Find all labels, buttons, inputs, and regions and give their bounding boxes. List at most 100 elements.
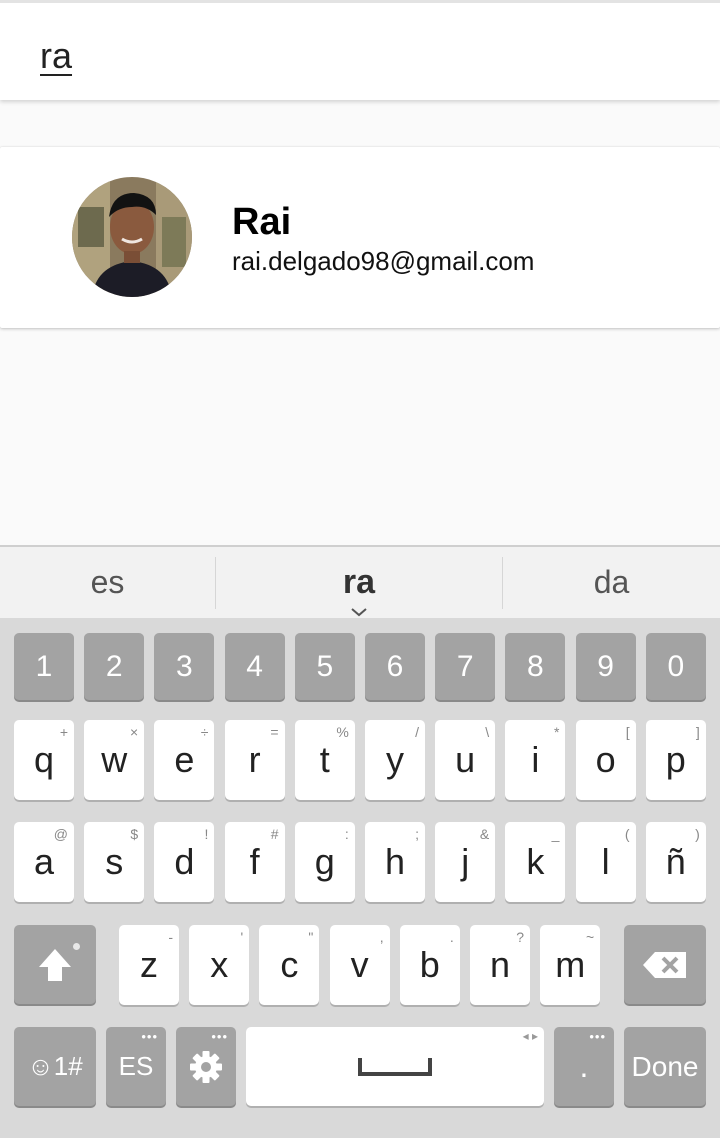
keyboard: ☺1# ••• ES ••• ◂ ▸ ••• . Done 1 2 3 4 5 … [0,618,720,1138]
letter-key-x[interactable]: ' x [189,925,250,1005]
letter-key-h[interactable]: ; h [365,822,425,902]
key-label: h [384,841,406,882]
letter-key-i[interactable]: * i [505,720,566,800]
letter-key-m[interactable]: ~ m [540,925,601,1005]
letter-key-n[interactable]: ? n [470,925,530,1005]
shift-key[interactable] [14,925,96,1004]
key-secondary-hint: $ [130,826,139,842]
key-label: 9 [597,649,614,683]
letter-key-j[interactable]: & j [435,822,496,902]
chevron-down-icon[interactable] [350,607,368,617]
number-key-6[interactable]: 6 [365,633,425,700]
letter-key-ñ[interactable]: ) ñ [645,822,706,902]
settings-key[interactable]: ••• [176,1027,236,1106]
number-key-0[interactable]: 0 [645,633,706,700]
key-label: o [595,739,616,780]
letter-key-v[interactable]: ,v [329,925,390,1005]
contact-avatar [72,177,192,297]
letter-key-z[interactable]: -z [119,925,179,1005]
key-label: q [33,739,55,780]
key-secondary-hint: - [168,929,173,945]
language-key[interactable]: ••• ES [106,1027,166,1106]
letter-key-c[interactable]: " c [259,925,320,1005]
key-secondary-hint: / [415,724,419,740]
key-secondary-hint: % [336,724,349,740]
number-key-8[interactable]: 8 [505,633,566,700]
key-secondary-hint: ~ [586,929,595,945]
letter-key-o[interactable]: [o [575,720,636,800]
done-label: Done [631,1050,699,1082]
space-bar-icon [358,1057,432,1076]
key-secondary-hint: @ [53,826,68,842]
key-label: 7 [456,649,474,683]
key-secondary-hint: ( [624,826,630,842]
number-key-9[interactable]: 9 [575,633,636,700]
key-label: e [174,739,195,780]
number-key-5[interactable]: 5 [294,633,355,700]
period-label: . [579,1048,589,1084]
key-secondary-hint: ] [695,724,700,740]
key-secondary-hint: [ [625,724,630,740]
letter-key-g[interactable]: :g [294,822,355,902]
backspace-key[interactable] [624,925,706,1004]
key-label: 0 [667,649,685,683]
space-key[interactable]: ◂ ▸ [246,1027,544,1106]
number-key-2[interactable]: 2 [84,633,145,700]
key-label: n [489,944,511,985]
key-secondary-hint: \ [485,724,490,740]
key-label: i [531,739,540,780]
number-key-1[interactable]: 1 [14,633,74,700]
key-secondary-hint: , [379,929,384,945]
backspace-icon [643,951,686,978]
done-key[interactable]: Done [624,1027,706,1106]
letter-key-e[interactable]: ÷ e [154,720,215,800]
key-label: a [33,841,55,882]
letter-key-w[interactable]: × w [84,720,145,800]
letter-key-d[interactable]: ! d [154,822,215,902]
number-key-4[interactable]: 4 [224,633,285,700]
letter-key-s[interactable]: $ s [84,822,145,902]
number-key-7[interactable]: 7 [435,633,496,700]
letter-key-b[interactable]: .b [399,925,460,1005]
letter-key-y[interactable]: / y [365,720,425,800]
symbols-label: ☺1# [27,1051,83,1081]
key-secondary-hint: _ [551,826,560,842]
suggestion-right[interactable]: da [503,547,720,618]
letter-key-p[interactable]: ] p [645,720,706,800]
letter-key-t[interactable]: % t [294,720,355,800]
letter-key-k[interactable]: _ k [505,822,566,902]
search-bar: ra [0,0,720,100]
letter-key-u[interactable]: \ u [435,720,496,800]
search-input[interactable]: ra [40,35,72,77]
key-secondary-hint: & [479,826,490,842]
contact-email: rai.delgado98@gmail.com [232,246,535,276]
key-label: w [101,739,128,780]
letter-key-a[interactable]: @ a [14,822,74,902]
key-secondary-hint: . [449,929,454,945]
key-label: ñ [665,841,686,882]
shift-arrow-icon [39,948,71,981]
key-label: z [140,944,158,985]
symbols-key[interactable]: ☺1# [14,1027,96,1106]
letter-key-q[interactable]: + q [14,720,74,800]
key-secondary-hint: = [270,724,279,740]
contact-result-card[interactable]: Rai rai.delgado98@gmail.com [0,147,720,328]
letter-key-r[interactable]: = r [224,720,285,800]
key-label: 6 [386,649,404,683]
key-secondary-hint: ) [695,826,700,842]
key-label: c [280,944,299,985]
shift-indicator [73,943,80,950]
contact-name: Rai [232,201,292,243]
key-label: 8 [527,649,544,683]
key-label: g [314,841,335,882]
period-key[interactable]: ••• . [554,1027,614,1106]
suggestion-left[interactable]: es [0,547,215,618]
more-options-dots: ••• [211,1029,228,1044]
number-key-3[interactable]: 3 [154,633,215,700]
key-label: u [455,739,476,780]
key-label: 4 [246,649,263,683]
key-label: 3 [176,649,193,683]
letter-key-l[interactable]: (l [575,822,636,902]
letter-key-f[interactable]: # f [224,822,285,902]
key-secondary-hint: ! [204,826,209,842]
